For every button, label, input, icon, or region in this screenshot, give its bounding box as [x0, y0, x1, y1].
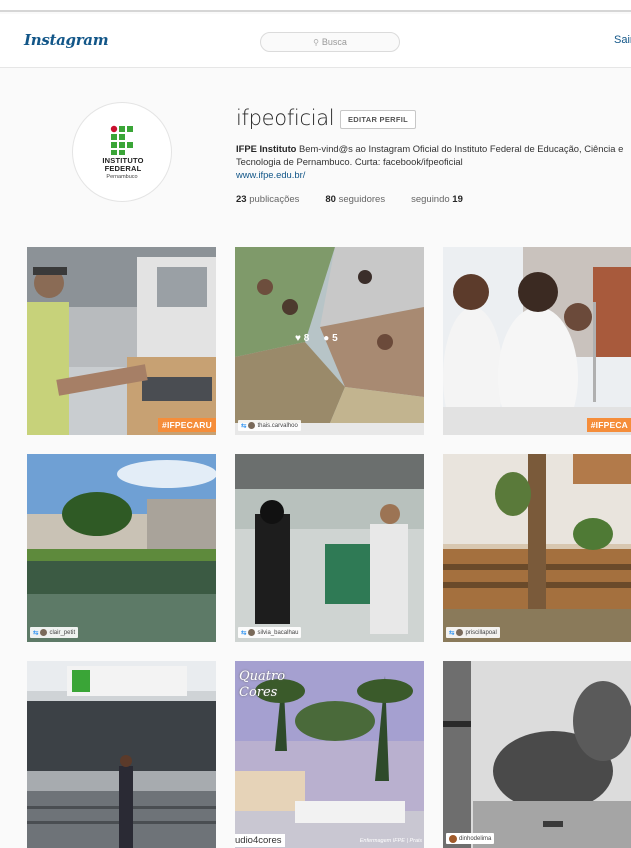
edit-profile-button[interactable]: EDITAR PERFIL	[340, 110, 417, 129]
post-tile-6[interactable]: ⇆ priscillapoal	[443, 454, 631, 642]
tag-avatar	[248, 422, 256, 429]
avatar-subtitle: Pernambuco	[106, 174, 138, 180]
post-image	[443, 247, 631, 435]
tag-username: priscillapoal	[465, 629, 497, 636]
avatar[interactable]: INSTITUTO FEDERAL Pernambuco	[72, 102, 172, 202]
post-footer-text: Enfermagem IFPE | Prais	[359, 838, 422, 844]
heart-icon: ♥	[295, 333, 301, 344]
post-image	[27, 247, 216, 435]
post-hashtag: #IFPECARU	[158, 418, 216, 432]
repost-icon: ⇆	[33, 629, 39, 637]
followers-stat[interactable]: 80 seguidores	[325, 194, 385, 205]
tag-username: silvia_bacalhau	[257, 629, 299, 636]
ifpe-logo-icon	[110, 125, 133, 155]
profile-stats: 23 publicações 80 seguidores seguindo 19	[236, 194, 463, 205]
repost-icon: ⇆	[449, 629, 455, 637]
instagram-logo[interactable]: Instagram	[24, 31, 109, 49]
profile-header: INSTITUTO FEDERAL Pernambuco ifpeoficial…	[0, 68, 631, 243]
post-tile-2[interactable]: ♥ 8 ● 5 ⇆ thais.carvalhoo	[235, 247, 424, 435]
search-icon: ⚲	[313, 37, 319, 47]
post-tile-4[interactable]: ⇆ clair_petit	[27, 454, 216, 642]
following-stat[interactable]: seguindo 19	[411, 194, 463, 205]
profile-bio: IFPE Instituto Bem-vind@s ao Instagram O…	[236, 142, 628, 181]
posts-label: publicações	[246, 194, 300, 205]
post-user-tag[interactable]: ⇆ clair_petit	[30, 627, 79, 638]
repost-icon: ⇆	[241, 629, 247, 637]
tag-username: thais.carvalhoo	[257, 422, 298, 429]
browser-top-strip	[0, 0, 631, 12]
post-tag-user[interactable]: udio4cores	[235, 834, 286, 847]
post-image	[235, 454, 424, 642]
posts-stat: 23 publicações	[236, 194, 299, 205]
likes-stat: ♥ 8	[295, 333, 309, 344]
post-tile-8[interactable]: Quatro Cores udio4cores Enfermagem IFPE …	[235, 661, 424, 848]
signout-link[interactable]: Sair	[614, 34, 631, 46]
tag-username: clair_petit	[49, 629, 76, 636]
bio-name: IFPE Instituto	[236, 143, 297, 154]
comments-count: 5	[332, 333, 338, 344]
followers-label: seguidores	[335, 194, 386, 205]
top-navigation-bar: Instagram ⚲ Busca Sair	[0, 14, 631, 68]
avatar-title: INSTITUTO FEDERAL	[102, 156, 144, 173]
comments-stat: ● 5	[323, 333, 337, 344]
tag-avatar	[449, 834, 457, 843]
post-image	[27, 661, 216, 848]
post-tile-3[interactable]: #IFPECA	[443, 247, 631, 435]
likes-count: 8	[303, 333, 310, 344]
post-image	[443, 454, 631, 642]
posts-count: 23	[236, 194, 247, 205]
post-user-tag[interactable]: ⇆ priscillapoal	[446, 627, 500, 638]
following-label: seguindo	[411, 194, 453, 205]
post-tile-9[interactable]: dinhodelima	[443, 661, 631, 848]
post-tile-5[interactable]: ⇆ silvia_bacalhau	[235, 454, 424, 642]
search-input[interactable]: ⚲ Busca	[260, 32, 400, 52]
search-placeholder: Busca	[321, 37, 347, 47]
post-image	[443, 661, 631, 848]
following-count: 19	[452, 194, 463, 205]
comment-icon: ●	[323, 333, 330, 344]
post-user-tag[interactable]: ⇆ thais.carvalhoo	[238, 420, 301, 431]
post-overlay-stats: ♥ 8 ● 5	[295, 333, 338, 344]
repost-icon: ⇆	[241, 422, 247, 430]
tag-username: dinhodelima	[459, 835, 492, 842]
website-link[interactable]: www.ifpe.edu.br/	[236, 169, 305, 180]
post-caption: Quatro Cores	[239, 669, 286, 700]
tag-avatar	[456, 629, 464, 636]
post-user-tag[interactable]: dinhodelima	[446, 833, 495, 844]
post-tile-1[interactable]: #IFPECARU	[27, 247, 216, 435]
profile-username: ifpeoficial	[236, 106, 335, 130]
tag-avatar	[40, 629, 48, 636]
tag-avatar	[248, 629, 256, 636]
followers-count: 80	[325, 194, 336, 205]
post-image	[27, 454, 216, 642]
post-tile-7[interactable]	[27, 661, 216, 848]
post-user-tag[interactable]: ⇆ silvia_bacalhau	[238, 627, 302, 638]
post-hashtag: #IFPECA	[586, 418, 631, 432]
